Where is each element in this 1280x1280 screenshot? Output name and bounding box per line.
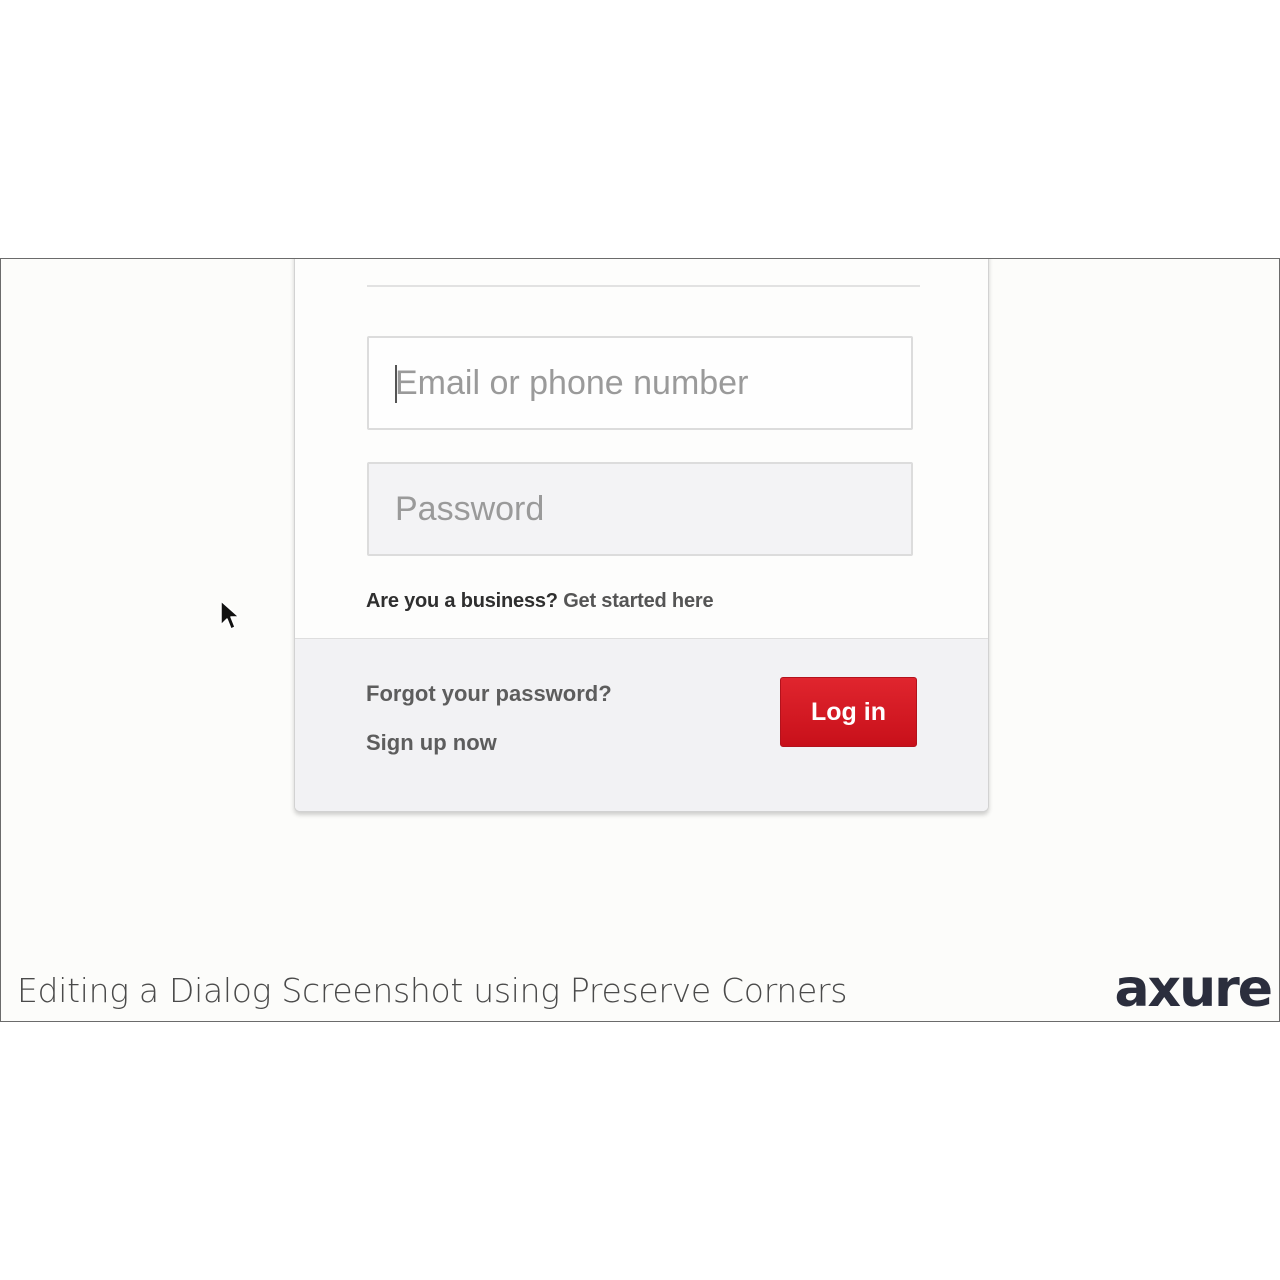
dialog-footer: Forgot your password? Sign up now Log in (295, 638, 988, 811)
video-frame: Are you a business? Get started here For… (0, 258, 1280, 1022)
get-started-link[interactable]: Get started here (563, 590, 713, 612)
sign-up-link[interactable]: Sign up now (366, 730, 497, 756)
text-caret (395, 365, 397, 403)
mouse-pointer-icon (220, 600, 240, 630)
axure-logo: axure (1114, 959, 1273, 1019)
login-button[interactable]: Log in (780, 677, 917, 747)
login-dialog: Are you a business? Get started here For… (294, 259, 989, 812)
forgot-password-link[interactable]: Forgot your password? (366, 681, 612, 707)
business-prompt: Are you a business? Get started here (366, 590, 714, 613)
password-input[interactable] (367, 462, 913, 556)
email-input[interactable] (367, 336, 913, 430)
business-question: Are you a business? (366, 590, 558, 612)
video-caption: Editing a Dialog Screenshot using Preser… (17, 971, 848, 1010)
divider (367, 285, 920, 287)
